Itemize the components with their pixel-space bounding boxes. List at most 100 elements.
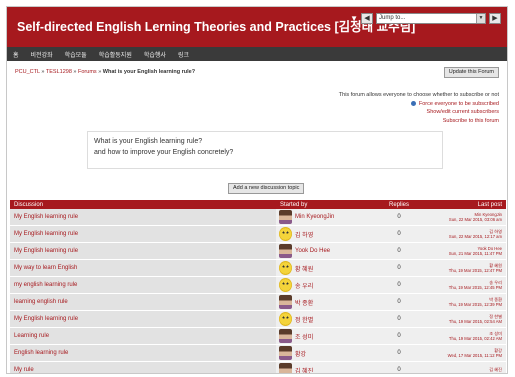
last-post-date[interactable]: Sun, 22 Mar 2015, 12:17 am bbox=[449, 234, 502, 240]
replies-count: 0 bbox=[372, 328, 426, 344]
discussion-topic-link[interactable]: my english learning rule bbox=[10, 277, 276, 293]
prev-arrow-button[interactable]: ◀ bbox=[361, 13, 373, 24]
discussion-topic-link[interactable]: learning english rule bbox=[10, 294, 276, 310]
table-row: My English learning rule Min KyeongJin 0 Mi… bbox=[10, 209, 506, 226]
menu-item-vision[interactable]: 비전강좌 bbox=[31, 50, 53, 59]
show-subscribers-link[interactable]: Show/edit current subscribers bbox=[339, 108, 499, 117]
replies-count: 0 bbox=[372, 294, 426, 310]
last-post-date[interactable]: Sun, 22 Mar 2015, 03:06 am bbox=[449, 217, 502, 223]
last-post-date[interactable]: Thu, 19 Mar 2015, 02:42 AM bbox=[449, 336, 502, 342]
subscribe-link[interactable]: Subscribe to this forum bbox=[339, 117, 499, 126]
main-menu: 홈 비전강좌 학습모듈 학습활동지원 학습행사 링크 bbox=[7, 47, 507, 61]
breadcrumb-separator: » bbox=[41, 69, 45, 75]
discussion-topic-link[interactable]: My English learning rule bbox=[10, 311, 276, 327]
breadcrumb: PCU_CTL » TESL1298 » Forums » What is yo… bbox=[15, 69, 195, 75]
discussion-topic-link[interactable]: English learning rule bbox=[10, 345, 276, 361]
avatar[interactable] bbox=[279, 278, 292, 292]
jump-to-select[interactable]: Jump to... ▼ bbox=[376, 13, 486, 24]
last-post-cell: 김 혜진 bbox=[426, 362, 506, 373]
next-arrow-button[interactable]: ▶ bbox=[489, 13, 501, 24]
author-link[interactable]: Min KyeongJin bbox=[295, 214, 334, 220]
jump-to-label: Jump to... bbox=[379, 15, 406, 21]
discussion-topic-link[interactable]: My way to learn English bbox=[10, 260, 276, 276]
last-post-date[interactable]: Thu, 19 Mar 2015, 12:47 PM bbox=[449, 268, 502, 274]
discussion-topic-link[interactable]: My English learning rule bbox=[10, 209, 276, 225]
table-body: My English learning rule Min KyeongJin 0 Mi… bbox=[10, 209, 506, 374]
started-by-cell: 황강 bbox=[276, 345, 372, 361]
chevron-down-icon: ▼ bbox=[476, 14, 485, 23]
discussion-topic-link[interactable]: Learning rule bbox=[10, 328, 276, 344]
last-post-date[interactable]: Thu, 19 Mar 2015, 12:45 PM bbox=[449, 285, 502, 291]
table-row: learning english rule 박 종환 0 박 종환 Thu, 19 Ma… bbox=[10, 294, 506, 311]
breadcrumb-forums[interactable]: Forums bbox=[78, 69, 97, 75]
subscription-panel: This forum allows everyone to choose whe… bbox=[339, 91, 499, 125]
breadcrumb-course[interactable]: TESL1298 bbox=[46, 69, 72, 75]
menu-item-links[interactable]: 링크 bbox=[178, 50, 189, 59]
author-link[interactable]: 김 혜진 bbox=[295, 366, 313, 374]
header-last-post[interactable]: Last post bbox=[426, 202, 506, 208]
update-forum-button[interactable]: Update this Forum bbox=[443, 67, 499, 78]
breadcrumb-current: What is your English learning rule? bbox=[102, 69, 196, 75]
last-post-cell: 정 한별 Thu, 19 Mar 2015, 02:54 AM bbox=[426, 311, 506, 327]
last-post-date[interactable]: Thu, 19 Mar 2015, 12:39 PM bbox=[449, 302, 502, 308]
last-post-date[interactable]: Wed, 17 Mar 2015, 11:12 PM bbox=[448, 353, 502, 359]
menu-item-home[interactable]: 홈 bbox=[13, 50, 19, 59]
discussion-topic-link[interactable]: My rule bbox=[10, 362, 276, 373]
table-row: My English learning rule 김 하영 0 김 하영 Sun, 22… bbox=[10, 226, 506, 243]
avatar[interactable] bbox=[279, 312, 292, 326]
started-by-cell: Min KyeongJin bbox=[276, 209, 372, 225]
discussion-table: Discussion Started by Replies Last post … bbox=[10, 200, 506, 374]
add-discussion-button[interactable]: Add a new discussion topic bbox=[228, 183, 305, 194]
last-post-cell: 송 우리 Thu, 19 Mar 2015, 12:45 PM bbox=[426, 277, 506, 293]
replies-count: 0 bbox=[372, 260, 426, 276]
last-post-cell: Min KyeongJin Sun, 22 Mar 2015, 03:06 am bbox=[426, 209, 506, 225]
site-header: Self-directed English Lerning Theories a… bbox=[7, 7, 507, 47]
avatar[interactable] bbox=[279, 261, 292, 275]
table-row: My rule 김 혜진 0 김 혜진 bbox=[10, 362, 506, 374]
last-post-date[interactable]: Sun, 21 Mar 2015, 11:47 PM bbox=[449, 251, 502, 257]
author-link[interactable]: 황강 bbox=[295, 349, 306, 358]
last-post-date[interactable]: Thu, 19 Mar 2015, 02:54 AM bbox=[449, 319, 502, 325]
avatar[interactable] bbox=[279, 329, 292, 343]
forum-intro: What is your English learning rule? and … bbox=[87, 131, 443, 169]
dropdown-arrow-icon: ▼ bbox=[350, 14, 358, 23]
replies-count: 0 bbox=[372, 209, 426, 225]
avatar[interactable] bbox=[279, 244, 292, 258]
last-post-cell: 박 종환 Thu, 19 Mar 2015, 12:39 PM bbox=[426, 294, 506, 310]
author-link[interactable]: 김 하영 bbox=[295, 230, 313, 239]
header-started-by[interactable]: Started by bbox=[276, 202, 372, 208]
header-replies[interactable]: Replies bbox=[372, 202, 426, 208]
last-post-cell: 조 성미 Thu, 19 Mar 2015, 02:42 AM bbox=[426, 328, 506, 344]
author-link[interactable]: 박 종환 bbox=[295, 298, 313, 307]
breadcrumb-separator: » bbox=[98, 69, 102, 75]
author-link[interactable]: 정 한별 bbox=[295, 315, 313, 324]
menu-item-modules[interactable]: 학습모듈 bbox=[65, 50, 87, 59]
menu-item-support[interactable]: 학습활동지원 bbox=[99, 50, 132, 59]
last-post-author[interactable]: 김 혜진 bbox=[489, 367, 502, 373]
author-link[interactable]: Yook Do Hee bbox=[295, 248, 330, 254]
menu-item-events[interactable]: 학습행사 bbox=[144, 50, 166, 59]
last-post-cell: 황 혜원 Thu, 19 Mar 2015, 12:47 PM bbox=[426, 260, 506, 276]
discussion-topic-link[interactable]: My English learning rule bbox=[10, 243, 276, 259]
started-by-cell: Yook Do Hee bbox=[276, 243, 372, 259]
discussion-topic-link[interactable]: My English learning rule bbox=[10, 226, 276, 242]
avatar[interactable] bbox=[279, 210, 292, 224]
breadcrumb-root[interactable]: PCU_CTL bbox=[15, 69, 40, 75]
author-link[interactable]: 황 혜원 bbox=[295, 264, 313, 273]
avatar[interactable] bbox=[279, 346, 292, 360]
force-subscribe-link[interactable]: Force everyone to be subscribed bbox=[419, 101, 499, 107]
replies-count: 0 bbox=[372, 362, 426, 373]
jump-to-nav: ▼ ◀ Jump to... ▼ ▶ bbox=[350, 13, 501, 24]
started-by-cell: 정 한별 bbox=[276, 311, 372, 327]
table-row: My English learning rule 정 한별 0 정 한별 Thu, 19… bbox=[10, 311, 506, 328]
table-row: my english learning rule 송 우리 0 송 우리 Thu, 19… bbox=[10, 277, 506, 294]
started-by-cell: 조 성미 bbox=[276, 328, 372, 344]
intro-line-2: and how to improve your English concrete… bbox=[94, 149, 234, 156]
author-link[interactable]: 조 성미 bbox=[295, 332, 313, 341]
avatar[interactable] bbox=[279, 295, 292, 309]
header-discussion[interactable]: Discussion bbox=[10, 202, 276, 208]
author-link[interactable]: 송 우리 bbox=[295, 281, 313, 290]
last-post-cell: Yook Do Hee Sun, 21 Mar 2015, 11:47 PM bbox=[426, 243, 506, 259]
avatar[interactable] bbox=[279, 363, 292, 373]
avatar[interactable] bbox=[279, 227, 292, 241]
